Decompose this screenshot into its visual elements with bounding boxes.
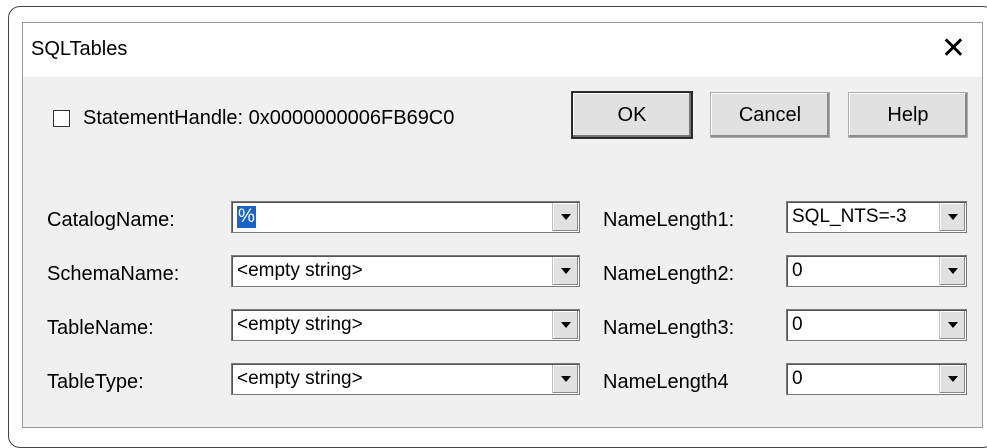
dialog-title: SQLTables: [31, 38, 128, 60]
name-length-3-value: 0: [792, 314, 803, 335]
chevron-down-icon[interactable]: [939, 203, 965, 231]
chevron-down-icon[interactable]: [939, 257, 965, 285]
schema-name-label: SchemaName:: [47, 263, 180, 285]
statement-handle-checkbox[interactable]: [53, 110, 70, 127]
title-bar: SQLTables ✕: [23, 23, 982, 77]
name-length-1-combo[interactable]: SQL_NTS=-3: [786, 201, 967, 233]
table-type-combo[interactable]: <empty string>: [231, 363, 580, 395]
name-length-3-label: NameLength3:: [603, 317, 735, 339]
catalog-name-value: %: [237, 206, 256, 228]
name-length-3-combo[interactable]: 0: [786, 309, 967, 341]
close-icon[interactable]: ✕: [941, 31, 966, 67]
chevron-down-icon[interactable]: [552, 257, 578, 285]
name-length-2-label: NameLength2:: [603, 263, 735, 285]
chevron-down-icon[interactable]: [552, 203, 578, 231]
schema-name-value: <empty string>: [237, 260, 363, 281]
name-length-4-combo[interactable]: 0: [786, 363, 967, 395]
statement-handle-label: StatementHandle: 0x0000000006FB69C0: [83, 107, 455, 129]
chevron-down-icon[interactable]: [552, 365, 578, 393]
name-length-1-value: SQL_NTS=-3: [792, 206, 907, 227]
help-button[interactable]: Help: [848, 92, 968, 138]
ok-button[interactable]: OK: [572, 92, 692, 138]
table-type-value: <empty string>: [237, 368, 363, 389]
chevron-down-icon[interactable]: [939, 311, 965, 339]
chevron-down-icon[interactable]: [552, 311, 578, 339]
cancel-button[interactable]: Cancel: [710, 92, 830, 138]
table-name-value: <empty string>: [237, 314, 363, 335]
catalog-name-label: CatalogName:: [47, 209, 175, 231]
name-length-4-value: 0: [792, 368, 803, 389]
name-length-2-combo[interactable]: 0: [786, 255, 967, 287]
name-length-4-label: NameLength4: [603, 371, 729, 393]
name-length-1-label: NameLength1:: [603, 209, 735, 231]
sqltables-dialog: SQLTables ✕ StatementHandle: 0x000000000…: [22, 22, 983, 428]
name-length-2-value: 0: [792, 260, 803, 281]
schema-name-combo[interactable]: <empty string>: [231, 255, 580, 287]
table-name-combo[interactable]: <empty string>: [231, 309, 580, 341]
catalog-name-combo[interactable]: %: [231, 201, 580, 233]
table-type-label: TableType:: [47, 371, 144, 393]
chevron-down-icon[interactable]: [939, 365, 965, 393]
table-name-label: TableName:: [47, 317, 154, 339]
